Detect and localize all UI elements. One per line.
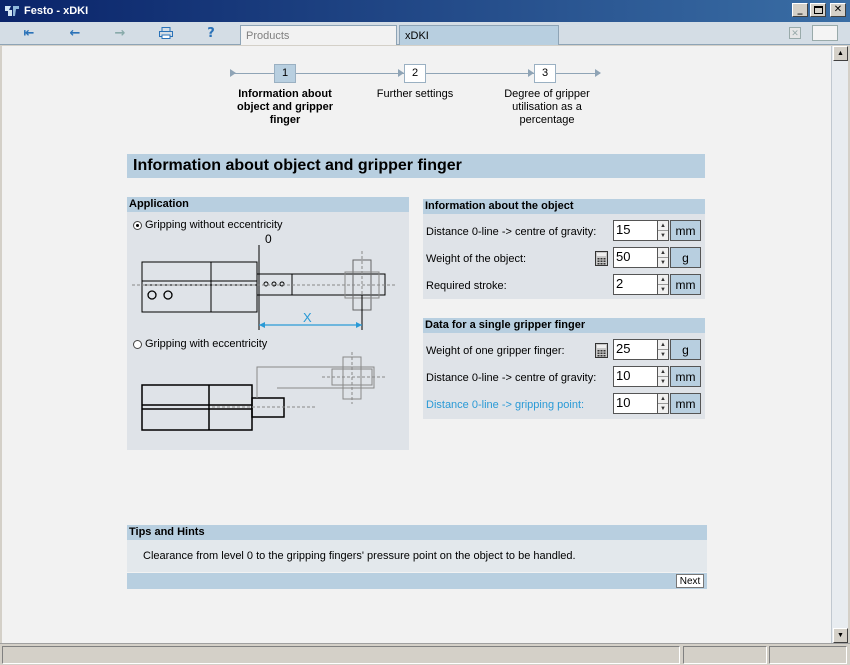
tab-products[interactable]: Products (240, 25, 397, 45)
toolbar: ⇤ ← → ? Products xDKI ✕ (0, 22, 850, 45)
scroll-up-icon[interactable]: ▲ (833, 46, 848, 61)
steps-arrow-start (230, 69, 236, 77)
finger-distance-gravity-spinner[interactable]: ▲ ▼ (658, 366, 669, 387)
tips-footer (127, 573, 707, 589)
spin-down-icon[interactable]: ▼ (658, 377, 668, 387)
close-button[interactable]: ✕ (830, 3, 846, 17)
spin-up-icon[interactable]: ▲ (658, 340, 668, 350)
forward-arrow-icon[interactable]: → (111, 25, 129, 41)
finger-distance-gravity-unit: mm (670, 366, 701, 387)
toolbar-box[interactable] (812, 25, 838, 41)
object-weight-unit: g (670, 247, 701, 268)
scroll-down-icon[interactable]: ▼ (833, 628, 848, 643)
finger-weight-label: Weight of one gripper finger: (426, 345, 565, 357)
required-stroke-unit: mm (670, 274, 701, 295)
tips-text: Clearance from level 0 to the gripping f… (127, 540, 707, 572)
close-tab-icon[interactable]: ✕ (789, 27, 801, 39)
object-weight-spinner[interactable]: ▲ ▼ (658, 247, 669, 268)
spin-up-icon[interactable]: ▲ (658, 275, 668, 285)
gripper-with-eccentricity-diagram (141, 352, 387, 431)
finger-distance-gravity-label: Distance 0-line -> centre of gravity: (426, 372, 597, 384)
maximize-button[interactable] (810, 3, 826, 17)
radio-with-eccentricity-label: Gripping with eccentricity (145, 338, 268, 350)
required-stroke-input[interactable]: 2 (613, 274, 658, 295)
object-distance-label: Distance 0-line -> centre of gravity: (426, 226, 597, 238)
spin-down-icon[interactable]: ▼ (658, 285, 668, 295)
step-3-label[interactable]: Degree of gripper utilisation as a perce… (497, 88, 597, 127)
minimize-icon: _ (797, 4, 803, 15)
finger-gripping-point-input[interactable]: 10 (613, 393, 658, 414)
window-title: Festo - xDKI (24, 5, 89, 17)
radio-without-eccentricity[interactable]: Gripping without eccentricity (133, 219, 283, 231)
tips-heading: Tips and Hints (127, 525, 707, 540)
required-stroke-spinner[interactable]: ▲ ▼ (658, 274, 669, 295)
festo-app-icon (4, 4, 20, 18)
spin-up-icon[interactable]: ▲ (658, 367, 668, 377)
required-stroke-label: Required stroke: (426, 280, 507, 292)
steps-line (230, 73, 274, 74)
radio-selected-icon[interactable] (133, 220, 142, 230)
steps-arrow-end (595, 69, 601, 77)
step-1-label[interactable]: Information about object and gripper fin… (230, 88, 340, 127)
maximize-icon (813, 6, 823, 14)
status-cell (683, 646, 767, 664)
object-weight-label: Weight of the object: (426, 253, 527, 265)
calculator-icon[interactable] (595, 251, 608, 266)
help-icon[interactable]: ? (202, 25, 220, 41)
vertical-scrollbar[interactable]: ▲ ▼ (831, 46, 848, 643)
finger-weight-unit: g (670, 339, 701, 360)
title-bar: Festo - xDKI _ ✕ (0, 0, 850, 22)
application-heading: Application (127, 197, 409, 212)
radio-unselected-icon[interactable] (133, 339, 142, 349)
finger-weight-input[interactable]: 25 (613, 339, 658, 360)
finger-distance-gravity-input[interactable]: 10 (613, 366, 658, 387)
finger-info-heading: Data for a single gripper finger (423, 318, 705, 333)
gripper-without-eccentricity-diagram (132, 245, 397, 330)
print-icon[interactable] (157, 25, 175, 41)
step-3-number[interactable]: 3 (534, 64, 556, 83)
object-distance-spinner[interactable]: ▲ ▼ (658, 220, 669, 241)
next-button[interactable]: Next (676, 574, 704, 588)
finger-gripping-point-unit: mm (670, 393, 701, 414)
spin-down-icon[interactable]: ▼ (658, 350, 668, 360)
finger-weight-spinner[interactable]: ▲ ▼ (658, 339, 669, 360)
object-distance-unit: mm (670, 220, 701, 241)
object-info-heading: Information about the object (423, 199, 705, 214)
spin-up-icon[interactable]: ▲ (658, 248, 668, 258)
spin-up-icon[interactable]: ▲ (658, 221, 668, 231)
spin-up-icon[interactable]: ▲ (658, 394, 668, 404)
finger-gripping-point-spinner[interactable]: ▲ ▼ (658, 393, 669, 414)
finger-gripping-point-label: Distance 0-line -> gripping point: (426, 399, 585, 411)
object-distance-input[interactable]: 15 (613, 220, 658, 241)
spin-down-icon[interactable]: ▼ (658, 231, 668, 241)
calculator-icon[interactable] (595, 343, 608, 358)
step-1-number[interactable]: 1 (274, 64, 296, 83)
spin-down-icon[interactable]: ▼ (658, 258, 668, 268)
status-cell (769, 646, 847, 664)
status-bar (0, 643, 850, 665)
diagram-zero-label: 0 (265, 232, 272, 246)
steps-line (556, 73, 600, 74)
step-2-number[interactable]: 2 (404, 64, 426, 83)
radio-with-eccentricity[interactable]: Gripping with eccentricity (133, 338, 267, 350)
spin-down-icon[interactable]: ▼ (658, 404, 668, 414)
steps-line (426, 73, 534, 74)
diagram-x-label: X (303, 310, 312, 325)
minimize-button[interactable]: _ (792, 3, 808, 17)
steps-line (296, 73, 404, 74)
back-arrow-icon[interactable]: ← (66, 25, 84, 41)
step-2-label[interactable]: Further settings (360, 88, 470, 101)
main-content: 1 2 3 Information about object and gripp… (2, 46, 831, 643)
page-title: Information about object and gripper fin… (127, 154, 705, 178)
close-icon: ✕ (833, 4, 843, 15)
go-first-icon[interactable]: ⇤ (20, 25, 38, 41)
status-cell-main (2, 646, 680, 664)
radio-without-eccentricity-label: Gripping without eccentricity (145, 219, 283, 231)
application-panel: Application Gripping without eccentricit… (127, 197, 409, 450)
object-weight-input[interactable]: 50 (613, 247, 658, 268)
tab-xdki[interactable]: xDKI (399, 25, 559, 45)
